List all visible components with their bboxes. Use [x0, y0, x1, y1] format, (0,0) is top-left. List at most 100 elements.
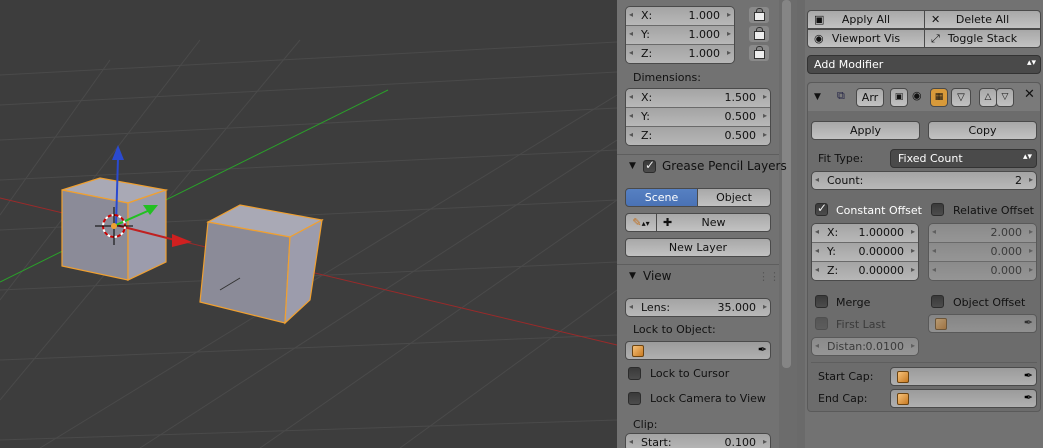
render-toggle-icon[interactable]: ▣	[890, 88, 908, 107]
lens-field[interactable]: ◂ Lens: 35.000 ▸	[625, 298, 771, 317]
offset-object-field[interactable]: ✒	[928, 314, 1037, 333]
plus-icon: ✚	[663, 216, 673, 229]
end-cap-field[interactable]: ✒	[890, 389, 1037, 408]
apply-button[interactable]: Apply	[811, 121, 920, 140]
tab-object[interactable]: Object	[697, 188, 771, 207]
cube-2	[199, 204, 324, 325]
viewport-vis-button[interactable]: ◉ Viewport Vis	[807, 29, 925, 48]
scale-z-field[interactable]: ◂ Z: 1.000 ▸	[626, 45, 734, 63]
collapse-triangle-icon[interactable]: ▼	[629, 161, 636, 171]
delete-all-icon: ✕	[931, 13, 941, 26]
constant-offset-checkbox[interactable]	[815, 201, 828, 216]
view-title[interactable]: View	[643, 269, 671, 283]
constant-offset-y-field[interactable]: ◂ Y: 0.00000 ▸	[812, 243, 918, 262]
3d-viewport[interactable]	[0, 0, 617, 448]
constant-offset-x-field[interactable]: ◂ X: 1.00000 ▸	[812, 224, 918, 243]
collapse-modifier-icon[interactable]: ▼	[814, 92, 821, 102]
relative-offset-stack: ◂ 2.000 ▸ ◂ 0.000 ▸ ◂ 0.000 ▸	[928, 223, 1037, 281]
dimension-y-field[interactable]: ◂ Y: 0.500 ▸	[626, 108, 770, 127]
cube-icon	[897, 371, 909, 383]
end-cap-label: End Cap:	[818, 392, 868, 405]
dropdown-arrows-icon: ▴▾	[1022, 152, 1032, 162]
divider	[617, 154, 779, 155]
drag-handle-icon[interactable]: ⋮⋮	[758, 270, 780, 283]
scale-y-field[interactable]: ◂ Y: 1.000 ▸	[626, 26, 734, 45]
relative-offset-z-field[interactable]: ◂ 0.000 ▸	[929, 262, 1036, 280]
start-cap-label: Start Cap:	[818, 370, 874, 383]
dimensions-stack: ◂ X: 1.500 ▸ ◂ Y: 0.500 ▸ ◂ Z: 0.500 ▸	[625, 88, 771, 146]
editmode-toggle-icon[interactable]: ▦	[930, 88, 948, 107]
lock-scale-z-icon[interactable]	[749, 45, 769, 61]
dimension-z-field[interactable]: ◂ Z: 0.500 ▸	[626, 127, 770, 145]
modifier-name-field[interactable]: Arr	[856, 88, 884, 107]
cube-icon	[897, 393, 909, 405]
lock-to-cursor-checkbox[interactable]	[628, 367, 641, 380]
viewport-eye-icon[interactable]: ◉	[912, 89, 922, 102]
lock-scale-x-icon[interactable]	[749, 7, 769, 23]
first-last-checkbox[interactable]	[815, 317, 828, 330]
cube-icon	[632, 345, 644, 357]
lock-camera-to-view-checkbox[interactable]	[628, 392, 641, 405]
eyedropper-icon[interactable]: ✒	[758, 343, 767, 356]
lock-scale-y-icon[interactable]	[749, 26, 769, 42]
grease-pencil-title[interactable]: Grease Pencil Layers	[662, 159, 787, 173]
dimensions-label: Dimensions:	[633, 71, 701, 84]
lock-to-cursor-label[interactable]: Lock to Cursor	[650, 367, 729, 380]
fit-type-label: Fit Type:	[818, 152, 864, 165]
merge-checkbox[interactable]	[815, 295, 828, 308]
toggle-stack-icon: ⤢	[931, 32, 940, 45]
cube-icon	[935, 318, 947, 330]
clip-start-field[interactable]: ◂ Start: 0.100 ▸	[625, 433, 771, 448]
object-offset-checkbox[interactable]	[931, 295, 944, 308]
move-down-icon[interactable]: ▽	[996, 88, 1014, 107]
constant-offset-stack: ◂ X: 1.00000 ▸ ◂ Y: 0.00000 ▸ ◂ Z: 0.00000 ▸	[811, 223, 919, 281]
relative-offset-checkbox[interactable]	[931, 203, 944, 216]
object-offset-label[interactable]: Object Offset	[953, 296, 1025, 309]
tab-scene[interactable]: Scene	[625, 188, 698, 207]
pencil-icon: ✎	[632, 216, 642, 229]
clip-label: Clip:	[633, 418, 658, 431]
y-axis-line	[0, 89, 389, 283]
new-layer-button[interactable]: New Layer	[625, 238, 771, 257]
relative-offset-label[interactable]: Relative Offset	[953, 204, 1034, 217]
eyedropper-icon[interactable]: ✒	[1024, 316, 1033, 329]
relative-offset-y-field[interactable]: ◂ 0.000 ▸	[929, 243, 1036, 262]
new-grease-pencil-button[interactable]: ✚ New	[656, 213, 771, 232]
eyedropper-icon[interactable]: ✒	[1024, 391, 1033, 404]
merge-label[interactable]: Merge	[836, 296, 870, 309]
array-modifier-icon: ⧉	[837, 89, 845, 102]
cage-toggle-icon[interactable]: ▽	[951, 88, 971, 107]
delete-all-button[interactable]: ✕ Delete All	[924, 10, 1041, 29]
start-cap-field[interactable]: ✒	[890, 367, 1037, 386]
properties-scroll-thumb[interactable]	[782, 0, 791, 368]
eye-icon: ◉	[814, 32, 824, 45]
relative-offset-x-field[interactable]: ◂ 2.000 ▸	[929, 224, 1036, 243]
constant-offset-label[interactable]: Constant Offset	[836, 204, 922, 217]
panel-border	[797, 0, 805, 448]
first-last-label[interactable]: First Last	[836, 318, 886, 331]
pencil-dropdown[interactable]: ✎▴▾	[625, 213, 657, 232]
move-up-icon[interactable]: △	[979, 88, 997, 107]
x-arrow-icon	[172, 234, 192, 247]
remove-modifier-icon[interactable]: ✕	[1024, 87, 1035, 102]
lock-camera-to-view-label[interactable]: Lock Camera to View	[650, 392, 766, 405]
apply-all-icon: ▣	[814, 13, 825, 26]
fit-type-dropdown[interactable]: Fixed Count ▴▾	[890, 149, 1037, 168]
merge-distance-field[interactable]: ◂ Distan: 0.0100 ▸	[811, 337, 919, 356]
add-modifier-dropdown[interactable]: Add Modifier ▴▾	[807, 55, 1041, 74]
count-field[interactable]: ◂ Count: 2 ▸	[811, 171, 1037, 190]
apply-all-button[interactable]: ▣ Apply All	[807, 10, 925, 29]
copy-button[interactable]: Copy	[928, 121, 1037, 140]
dimension-x-field[interactable]: ◂ X: 1.500 ▸	[626, 89, 770, 108]
dropdown-arrows-icon: ▴▾	[1026, 58, 1036, 68]
constant-offset-z-field[interactable]: ◂ Z: 0.00000 ▸	[812, 262, 918, 280]
divider	[811, 362, 1037, 363]
grease-pencil-checkbox[interactable]	[643, 158, 656, 173]
collapse-triangle-icon[interactable]: ▼	[629, 271, 636, 281]
eyedropper-icon[interactable]: ✒	[1024, 369, 1033, 382]
lock-to-object-label: Lock to Object:	[633, 323, 716, 336]
toggle-stack-button[interactable]: ⤢ Toggle Stack	[924, 29, 1041, 48]
scale-stack: ◂ X: 1.000 ▸ ◂ Y: 1.000 ▸ ◂ Z: 1.000 ▸	[625, 6, 735, 64]
lock-object-field[interactable]: ✒	[625, 341, 771, 360]
scale-x-field[interactable]: ◂ X: 1.000 ▸	[626, 7, 734, 26]
